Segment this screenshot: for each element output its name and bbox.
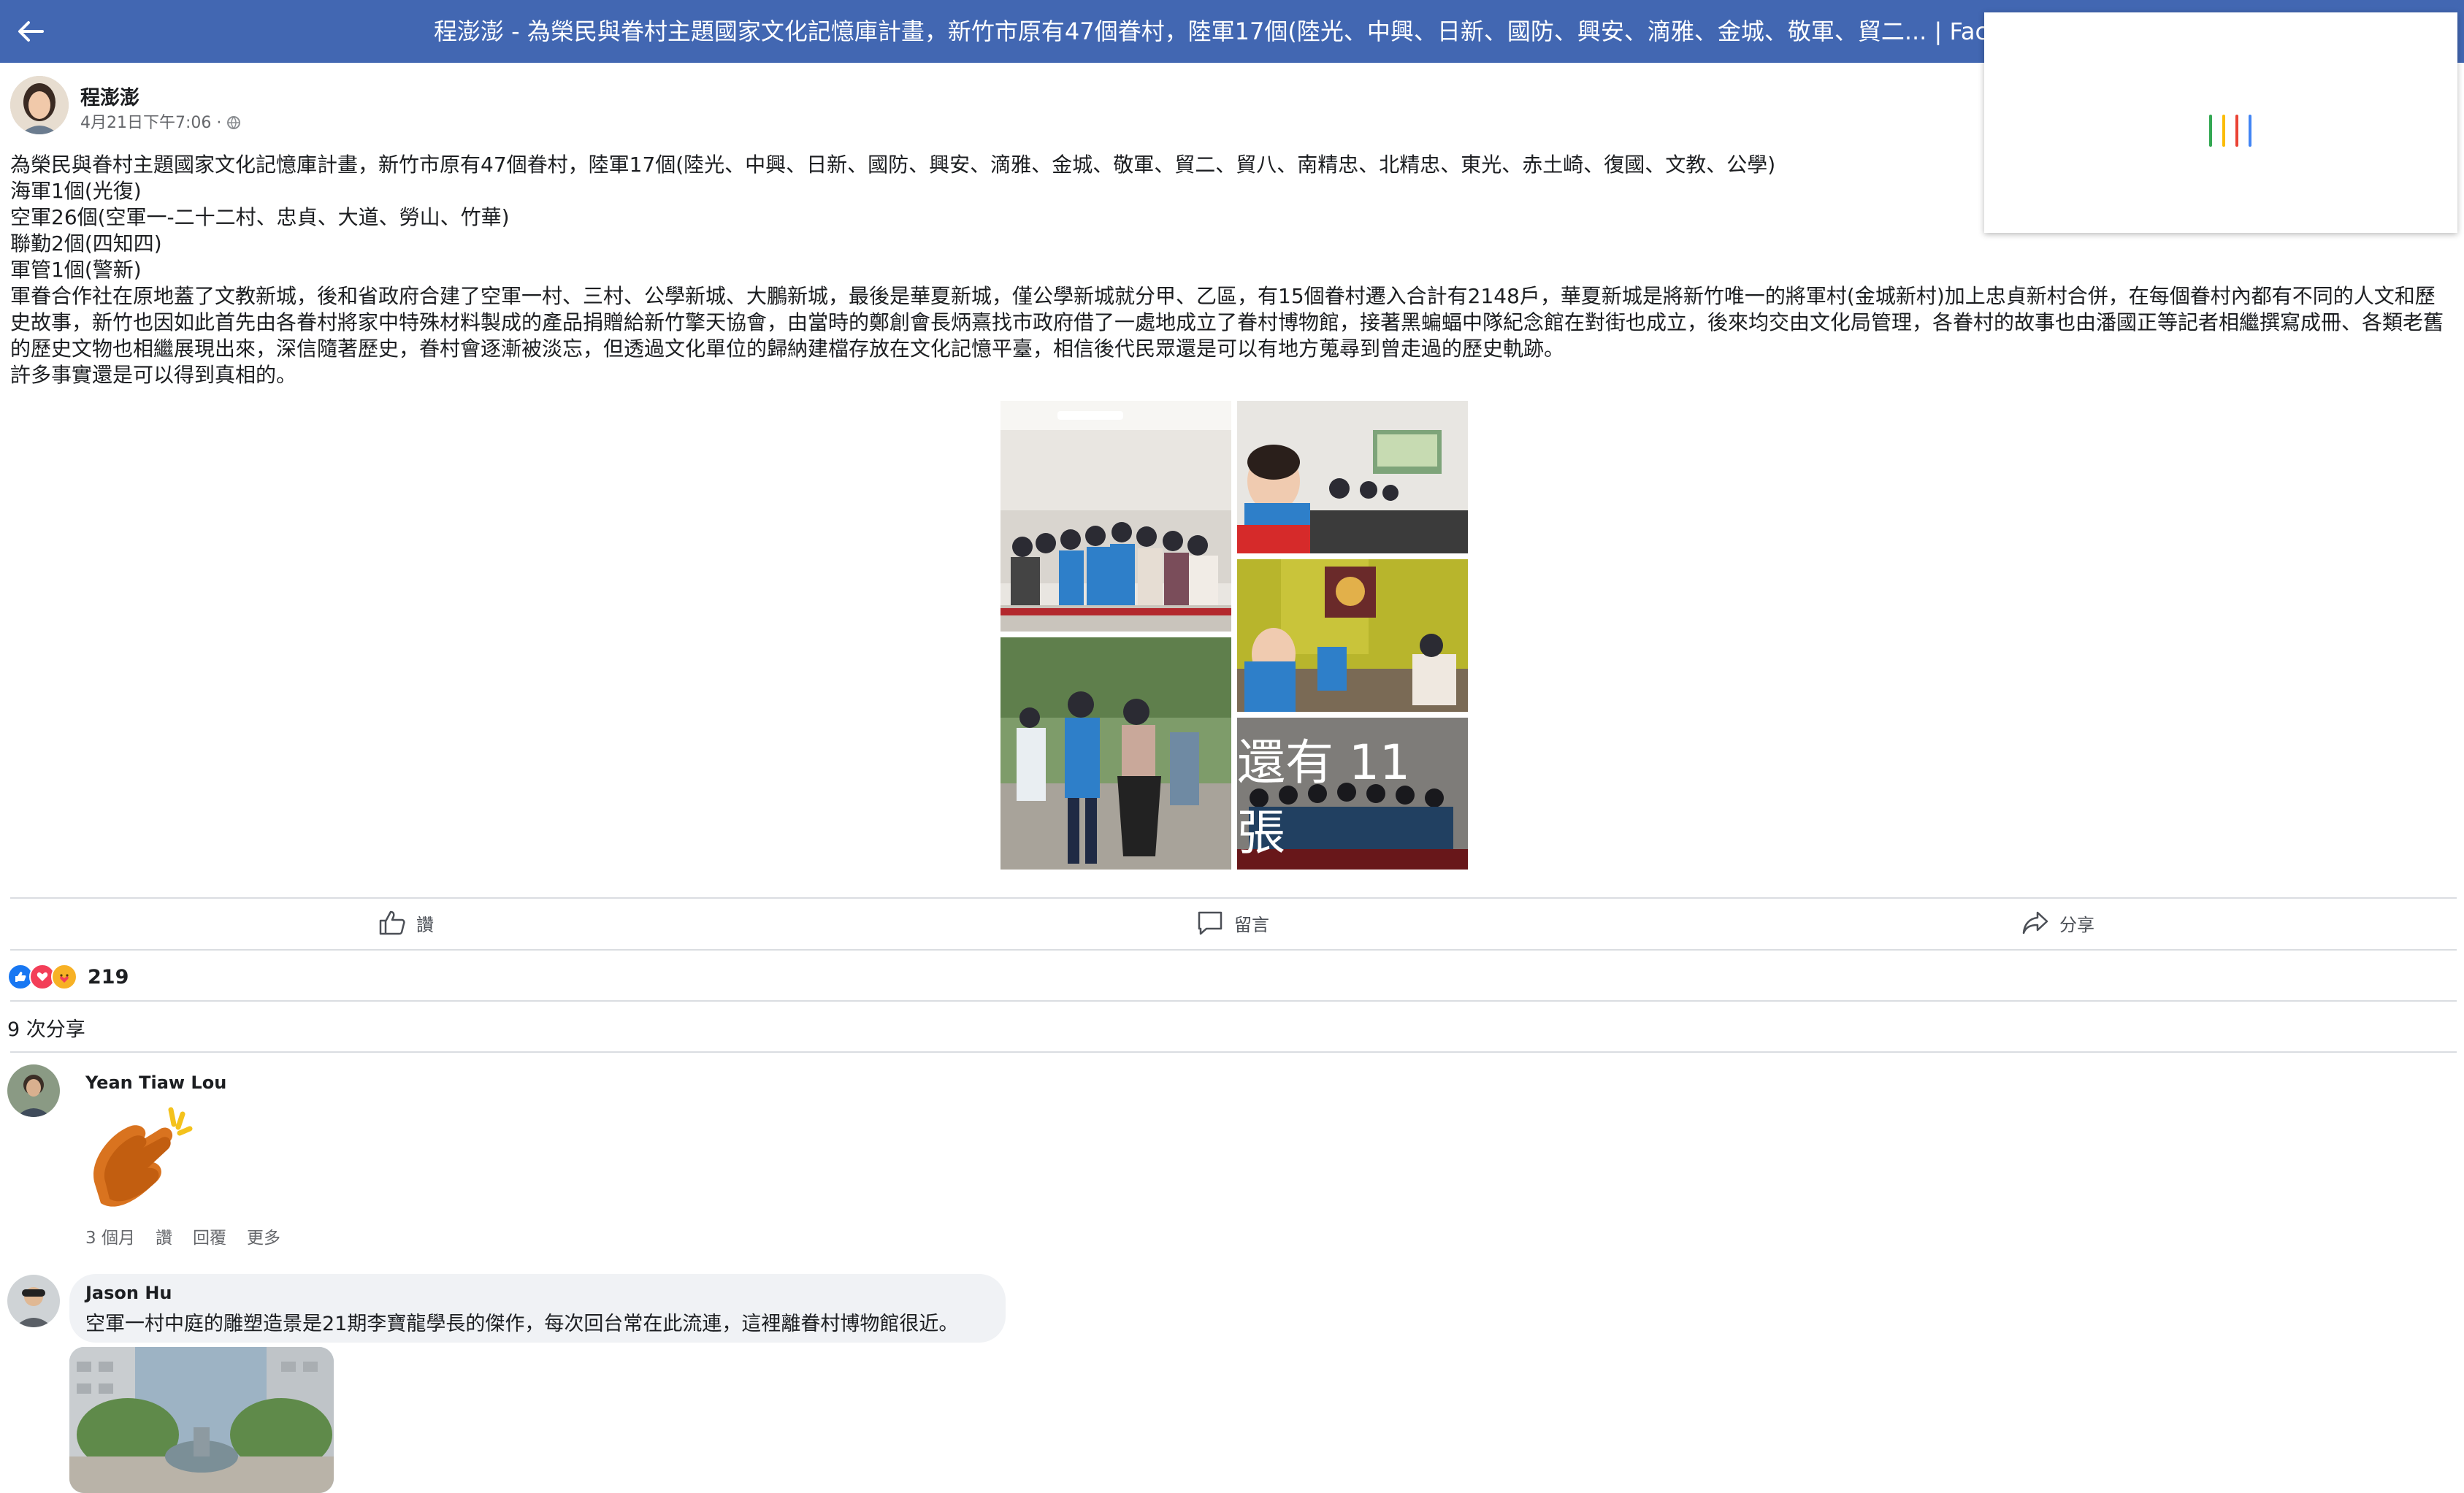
share-button[interactable]: 分享	[2021, 908, 2094, 937]
comment-label: 留言	[1234, 914, 1269, 935]
reaction-summary[interactable]: 219	[7, 962, 129, 991]
divider	[10, 1000, 2457, 1002]
commenter-avatar[interactable]	[7, 1064, 60, 1117]
thumbs-up-icon	[379, 910, 405, 935]
post-paragraph: 許多事實還是可以得到真相的。	[10, 363, 297, 387]
comment-icon	[1198, 911, 1223, 935]
post-paragraph: 軍眷合作社在原地蓋了文教新城，後和省政府合建了空軍一村、三村、公學新城、大鵬新城…	[10, 284, 2444, 361]
comment-actions: 3 個月 讚 回覆 更多	[85, 1224, 280, 1248]
comment-button[interactable]: 留言	[1196, 908, 1269, 937]
comment-text: 空軍一村中庭的雕塑造景是21期李寶龍學長的傑作，每次回台常在此流連，這裡離眷村博…	[85, 1313, 959, 1335]
photo-grid: 還有 11 張	[1000, 401, 1468, 870]
author-avatar[interactable]	[10, 76, 69, 134]
arrow-left-icon	[18, 21, 44, 42]
more-photos-label: 還有 11 張	[1237, 718, 1468, 870]
post-paragraph: 空軍26個(空軍一-二十二村、忠貞、大道、勞山、竹華)	[10, 205, 510, 229]
clapping-hands-sticker	[80, 1104, 204, 1213]
post-time-text[interactable]: 4月21日下午7:06 ·	[80, 114, 226, 132]
share-count[interactable]: 9 次分享	[7, 1013, 85, 1042]
comment-time[interactable]: 3 個月	[85, 1224, 135, 1248]
post-timestamp: 4月21日下午7:06 ·	[80, 110, 241, 133]
post-paragraph: 聯勤2個(四知四)	[10, 231, 162, 256]
reaction-count: 219	[88, 965, 129, 989]
comment-photo[interactable]	[69, 1347, 334, 1493]
post-photo[interactable]	[1237, 559, 1468, 712]
share-icon	[2022, 911, 2048, 934]
post-paragraph: 海軍1個(光復)	[10, 179, 142, 203]
commenter-name[interactable]: Jason Hu	[85, 1283, 172, 1303]
post-author-name[interactable]: 程澎澎	[80, 82, 139, 110]
divider	[10, 897, 2457, 899]
post-paragraph: 軍管1個(警新)	[10, 258, 142, 282]
comment-more-link[interactable]: 更多	[247, 1224, 280, 1248]
comment-reply-link[interactable]: 回覆	[193, 1224, 226, 1248]
like-button[interactable]: 讚	[378, 908, 434, 937]
loading-spinner-icon	[2195, 101, 2260, 151]
commenter-name[interactable]: Yean Tiaw Lou	[85, 1072, 226, 1093]
comment-like-link[interactable]: 讚	[156, 1224, 172, 1248]
globe-icon	[227, 116, 241, 129]
commenter-avatar[interactable]	[7, 1275, 60, 1327]
divider	[10, 949, 2457, 951]
post-photo[interactable]	[1237, 401, 1468, 553]
post-photo[interactable]	[1000, 637, 1231, 870]
post-paragraph: 為榮民與眷村主題國家文化記憶庫計畫，新竹市原有47個眷村，陸軍17個(陸光、中興…	[10, 153, 1776, 177]
divider	[10, 1051, 2457, 1053]
post-photo-more[interactable]: 還有 11 張	[1237, 718, 1468, 870]
comment-bubble: Jason Hu 空軍一村中庭的雕塑造景是21期李寶龍學長的傑作，每次回台常在此…	[69, 1274, 1006, 1343]
care-reaction-icon	[51, 964, 77, 990]
post-photo[interactable]	[1000, 401, 1231, 632]
like-label: 讚	[416, 914, 434, 935]
back-button[interactable]	[9, 10, 53, 53]
post-text: 為榮民與眷村主題國家文化記憶庫計畫，新竹市原有47個眷村，陸軍17個(陸光、中興…	[10, 152, 2449, 388]
share-label: 分享	[2059, 914, 2094, 935]
page-title: 程澎澎 - 為榮民與眷村主題國家文化記憶庫計畫，新竹市原有47個眷村，陸軍17個…	[434, 18, 1989, 45]
